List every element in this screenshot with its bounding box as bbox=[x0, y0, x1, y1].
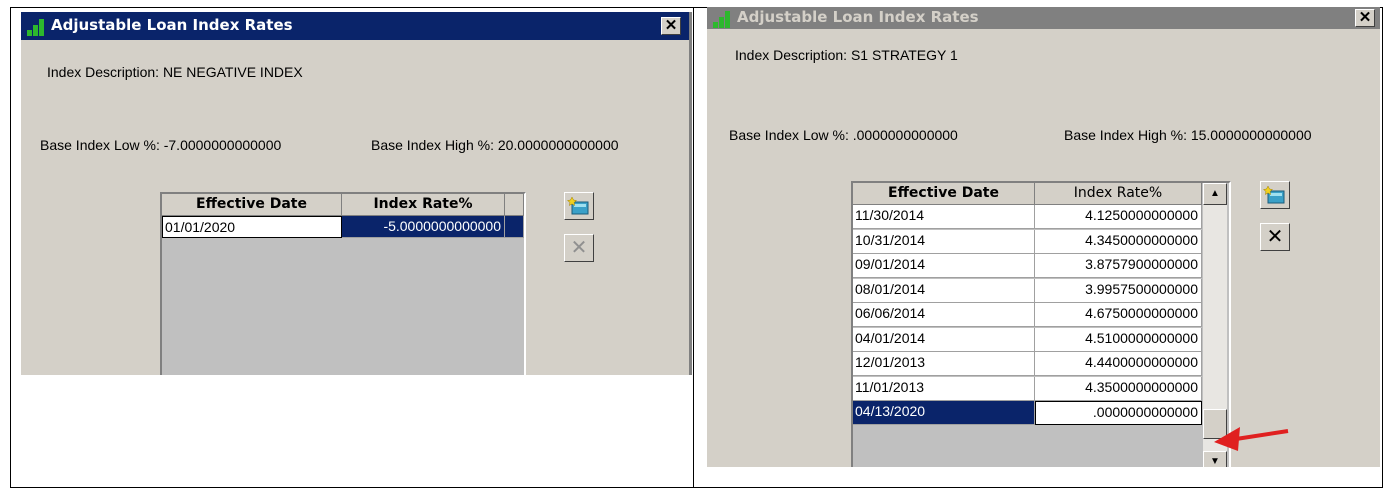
table-row[interactable]: 01/01/2020 -5.0000000000000 bbox=[162, 216, 524, 238]
base-index-low: Base Index Low %: .0000000000000 bbox=[729, 127, 958, 143]
add-record-icon bbox=[566, 196, 589, 215]
right-dialog: Adjustable Loan Index Rates ✕ Index Desc… bbox=[707, 7, 1380, 467]
index-rate-cell[interactable]: 3.8757900000000 bbox=[1035, 254, 1202, 278]
close-button[interactable]: ✕ bbox=[661, 17, 681, 35]
table-row[interactable]: 11/30/2014 4.1250000000000 bbox=[853, 205, 1203, 229]
table-row[interactable]: 12/01/2013 4.4400000000000 bbox=[853, 352, 1203, 376]
base-index-high: Base Index High %: 15.0000000000000 bbox=[1064, 127, 1312, 143]
effective-date-cell[interactable]: 06/06/2014 bbox=[853, 303, 1035, 327]
column-header-effective-date[interactable]: Effective Date bbox=[162, 194, 342, 216]
index-description: Index Description: NE NEGATIVE INDEX bbox=[47, 64, 303, 80]
table-row[interactable]: 09/01/2014 3.8757900000000 bbox=[853, 254, 1203, 278]
base-index-low: Base Index Low %: -7.0000000000000 bbox=[40, 137, 282, 153]
row-selector[interactable] bbox=[505, 216, 524, 238]
index-rate-cell[interactable]: 4.4400000000000 bbox=[1035, 352, 1202, 376]
effective-date-cell[interactable]: 08/01/2014 bbox=[853, 278, 1035, 303]
index-rate-cell[interactable]: 4.5100000000000 bbox=[1035, 327, 1202, 352]
rates-grid[interactable]: Effective Date Index Rate% 11/30/2014 4.1… bbox=[851, 181, 1231, 467]
window-edge bbox=[689, 12, 692, 375]
delete-record-button[interactable]: ✕ bbox=[1260, 223, 1290, 251]
index-rate-cell[interactable]: 4.6750000000000 bbox=[1035, 303, 1202, 327]
index-rate-cell[interactable]: .0000000000000 bbox=[1035, 401, 1202, 425]
effective-date-cell[interactable]: 04/13/2020 bbox=[853, 401, 1035, 425]
effective-date-cell[interactable]: 10/31/2014 bbox=[853, 229, 1035, 254]
index-rate-cell[interactable]: 4.3500000000000 bbox=[1035, 376, 1202, 401]
column-header-index-rate[interactable]: Index Rate% bbox=[1035, 183, 1202, 205]
effective-date-cell[interactable]: 04/01/2014 bbox=[853, 327, 1035, 352]
close-button[interactable]: ✕ bbox=[1355, 9, 1375, 27]
table-row[interactable]: 04/01/2014 4.5100000000000 bbox=[853, 327, 1203, 352]
rates-grid[interactable]: Effective Date Index Rate% 01/01/2020 -5… bbox=[160, 192, 526, 375]
base-index-high: Base Index High %: 20.0000000000000 bbox=[371, 137, 619, 153]
index-rate-cell[interactable]: 4.1250000000000 bbox=[1035, 205, 1202, 229]
index-rate-cell[interactable]: 3.9957500000000 bbox=[1035, 278, 1202, 303]
right-title-bar[interactable]: Adjustable Loan Index Rates ✕ bbox=[707, 7, 1380, 29]
add-record-button[interactable] bbox=[564, 192, 594, 220]
window-title: Adjustable Loan Index Rates bbox=[51, 16, 293, 34]
effective-date-cell[interactable]: 09/01/2014 bbox=[853, 254, 1035, 278]
app-chart-icon bbox=[713, 10, 733, 28]
left-title-bar[interactable]: Adjustable Loan Index Rates ✕ bbox=[21, 12, 689, 40]
effective-date-cell[interactable]: 11/01/2013 bbox=[853, 376, 1035, 401]
app-chart-icon bbox=[27, 18, 47, 36]
index-description: Index Description: S1 STRATEGY 1 bbox=[735, 47, 958, 63]
column-header-effective-date[interactable]: Effective Date bbox=[853, 183, 1035, 205]
left-dialog: Adjustable Loan Index Rates ✕ Index Desc… bbox=[21, 12, 689, 375]
column-header-spacer bbox=[505, 194, 524, 216]
table-row[interactable]: 10/31/2014 4.3450000000000 bbox=[853, 229, 1203, 254]
effective-date-cell[interactable]: 11/30/2014 bbox=[853, 205, 1035, 229]
delete-icon: ✕ bbox=[1266, 226, 1284, 248]
table-row[interactable]: 06/06/2014 4.6750000000000 bbox=[853, 303, 1203, 327]
window-title: Adjustable Loan Index Rates bbox=[737, 8, 979, 26]
table-row[interactable]: 11/01/2013 4.3500000000000 bbox=[853, 376, 1203, 401]
add-record-icon bbox=[1262, 185, 1285, 204]
index-rate-cell[interactable]: -5.0000000000000 bbox=[342, 216, 505, 238]
effective-date-input[interactable]: 01/01/2020 bbox=[162, 216, 342, 238]
delete-icon: ✕ bbox=[570, 237, 588, 259]
scroll-up-button[interactable]: ▲ bbox=[1203, 183, 1227, 205]
add-record-button[interactable] bbox=[1260, 181, 1290, 209]
red-arrow-annotation bbox=[1214, 427, 1289, 451]
column-header-index-rate[interactable]: Index Rate% bbox=[342, 194, 505, 216]
table-row[interactable]: 08/01/2014 3.9957500000000 bbox=[853, 278, 1203, 303]
effective-date-cell[interactable]: 12/01/2013 bbox=[853, 352, 1035, 376]
index-rate-cell[interactable]: 4.3450000000000 bbox=[1035, 229, 1202, 254]
table-row[interactable]: 04/13/2020.0000000000000 bbox=[853, 401, 1207, 425]
delete-record-button[interactable]: ✕ bbox=[564, 234, 594, 262]
